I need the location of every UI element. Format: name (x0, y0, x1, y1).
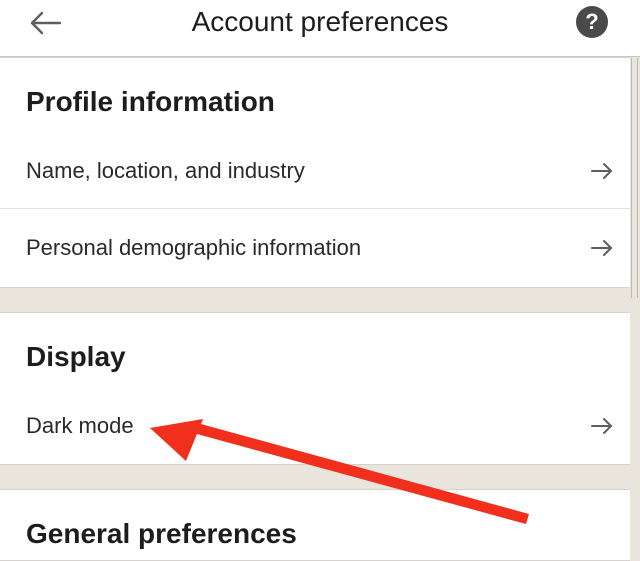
question-circle-icon: ? (585, 9, 599, 34)
display-card: Display Dark mode (0, 312, 630, 465)
row-personal-demographic-information[interactable]: Personal demographic information (0, 220, 630, 276)
scroll-thumb[interactable] (631, 58, 638, 298)
section-title-display: Display (26, 341, 126, 372)
row-dark-mode[interactable]: Dark mode (0, 398, 630, 454)
arrow-right-icon (591, 418, 612, 434)
general-preferences-card: General preferences (0, 489, 630, 561)
row-name-location-industry[interactable]: Name, location, and industry (0, 143, 630, 199)
section-title-general-preferences: General preferences (26, 518, 297, 549)
top-bar: Account preferences ? (0, 0, 640, 57)
help-button[interactable]: ? (576, 6, 608, 38)
row-label: Personal demographic information (26, 235, 362, 260)
profile-information-card: Profile information Name, location, and … (0, 57, 630, 288)
page-title: Account preferences (191, 6, 449, 37)
row-label: Dark mode (26, 413, 134, 438)
scrollbar[interactable] (629, 56, 640, 554)
row-label: Name, location, and industry (26, 158, 305, 183)
arrow-right-icon (591, 240, 612, 256)
section-title-profile-information: Profile information (26, 86, 275, 117)
row-divider (0, 208, 630, 209)
arrow-right-icon (591, 163, 612, 179)
